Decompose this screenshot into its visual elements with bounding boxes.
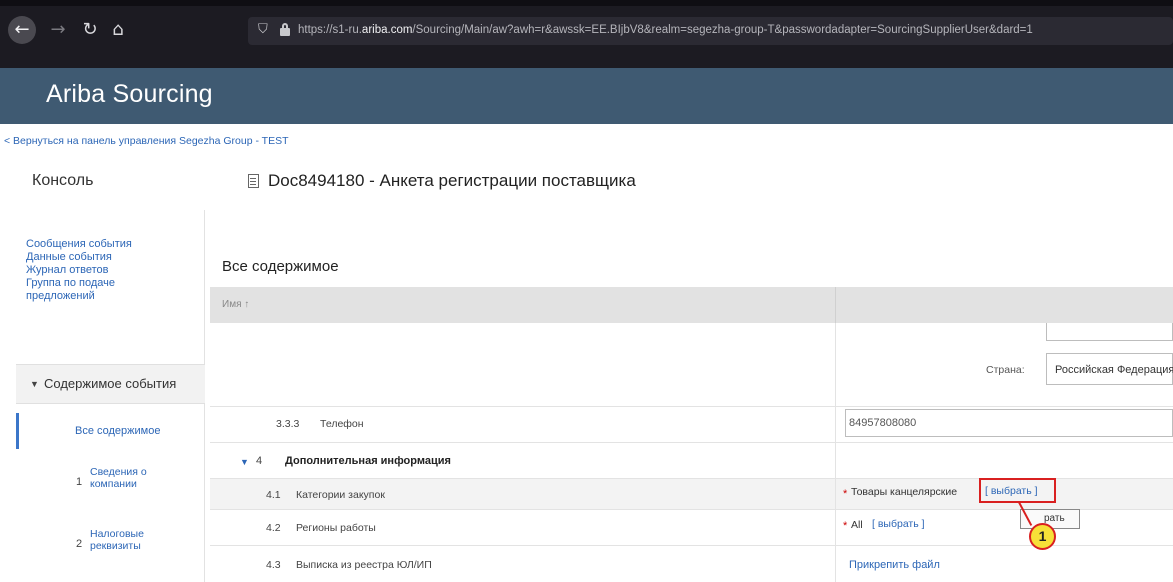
sidebar-item-label: Сведения о компании bbox=[90, 466, 147, 490]
required-marker: * bbox=[843, 488, 848, 500]
regions-select-link[interactable]: [ выбрать ] bbox=[872, 518, 925, 530]
address-bar[interactable]: ⛉ https://s1-ru.ariba.com/Sourcing/Main/… bbox=[248, 17, 1173, 45]
row-number: 4.1 bbox=[266, 489, 281, 501]
collapse-triangle-icon[interactable]: ▼ bbox=[240, 457, 249, 467]
section-title: Все содержимое bbox=[222, 258, 339, 275]
home-icon[interactable]: ⌂ bbox=[104, 16, 132, 44]
regions-value: All bbox=[851, 519, 863, 531]
app-title: Ariba Sourcing bbox=[46, 80, 213, 108]
sidebar-link-response-log[interactable]: Журнал ответов bbox=[26, 264, 176, 277]
address-input[interactable] bbox=[1046, 323, 1173, 341]
sidebar-links: Сообщения события Данные события Журнал … bbox=[26, 238, 176, 303]
row-number: 4.2 bbox=[266, 522, 281, 534]
shield-icon[interactable]: ⛉ bbox=[258, 22, 268, 37]
sidebar-item-number: 2 bbox=[76, 538, 83, 550]
sidebar-item-label: Налоговые реквизиты bbox=[90, 528, 144, 552]
sidebar-link-bid-group[interactable]: Группа по подаче предложений bbox=[26, 277, 176, 303]
sidebar-item-all-content[interactable]: Все содержимое bbox=[16, 413, 205, 449]
highlight-frame bbox=[979, 478, 1056, 503]
row-label: Выписка из реестра ЮЛ/ИП bbox=[296, 559, 432, 571]
phone-value: 84957808080 bbox=[849, 417, 917, 429]
sidebar-item-company-info[interactable]: 1 Сведения о компании bbox=[16, 458, 205, 498]
sidebar-section-label: Содержимое события bbox=[44, 376, 177, 391]
expand-triangle-icon: ▼ bbox=[30, 379, 39, 389]
country-value: Российская Федерация bbox=[1055, 364, 1173, 376]
sidebar: Сообщения события Данные события Журнал … bbox=[0, 210, 205, 582]
lock-icon[interactable] bbox=[280, 23, 290, 36]
group-label: Дополнительная информация bbox=[285, 455, 451, 467]
column-divider bbox=[835, 323, 836, 582]
table-row-address bbox=[210, 323, 1173, 407]
forward-arrow-icon[interactable]: → bbox=[44, 16, 72, 44]
sidebar-item-label: Все содержимое bbox=[75, 425, 161, 437]
document-title: Doc8494180 - Анкета регистрации поставщи… bbox=[268, 171, 636, 190]
sidebar-item-number: 1 bbox=[76, 476, 83, 488]
categories-value: Товары канцелярские bbox=[851, 486, 958, 498]
document-icon bbox=[248, 174, 259, 188]
row-label: Категории закупок bbox=[296, 489, 385, 501]
sidebar-item-tax-details[interactable]: 2 Налоговые реквизиты bbox=[16, 520, 205, 560]
row-number: 3.3.3 bbox=[276, 418, 300, 430]
country-label: Страна: bbox=[986, 364, 1025, 376]
app-header: Ariba Sourcing bbox=[0, 68, 1173, 124]
column-divider bbox=[835, 287, 836, 323]
browser-toolbar: ← → ↻ ⌂ ⛉ https://s1-ru.ariba.com/Sourci… bbox=[0, 0, 1173, 68]
row-label: Регионы работы bbox=[296, 522, 376, 534]
column-header-name[interactable]: Имя ↑ bbox=[222, 299, 249, 310]
sidebar-link-event-messages[interactable]: Сообщения события bbox=[26, 238, 176, 251]
required-marker: * bbox=[843, 520, 848, 532]
console-title: Консоль bbox=[32, 172, 94, 189]
reload-icon[interactable]: ↻ bbox=[76, 16, 104, 44]
back-to-dashboard-link[interactable]: < Вернуться на панель управления Segezha… bbox=[4, 135, 289, 147]
group-number: 4 bbox=[256, 455, 263, 467]
row-number: 4.3 bbox=[266, 559, 281, 571]
table-header: Имя ↑ bbox=[210, 287, 1173, 323]
tab-strip bbox=[0, 0, 1173, 6]
sidebar-link-event-data[interactable]: Данные события bbox=[26, 251, 176, 264]
url-text[interactable]: https://s1-ru.ariba.com/Sourcing/Main/aw… bbox=[298, 24, 1168, 36]
back-arrow-icon[interactable]: ← bbox=[8, 16, 36, 44]
attach-file-link[interactable]: Прикрепить файл bbox=[849, 559, 940, 571]
row-label: Телефон bbox=[320, 418, 364, 430]
sidebar-section-event-content[interactable]: ▼ Содержимое события bbox=[16, 364, 205, 404]
